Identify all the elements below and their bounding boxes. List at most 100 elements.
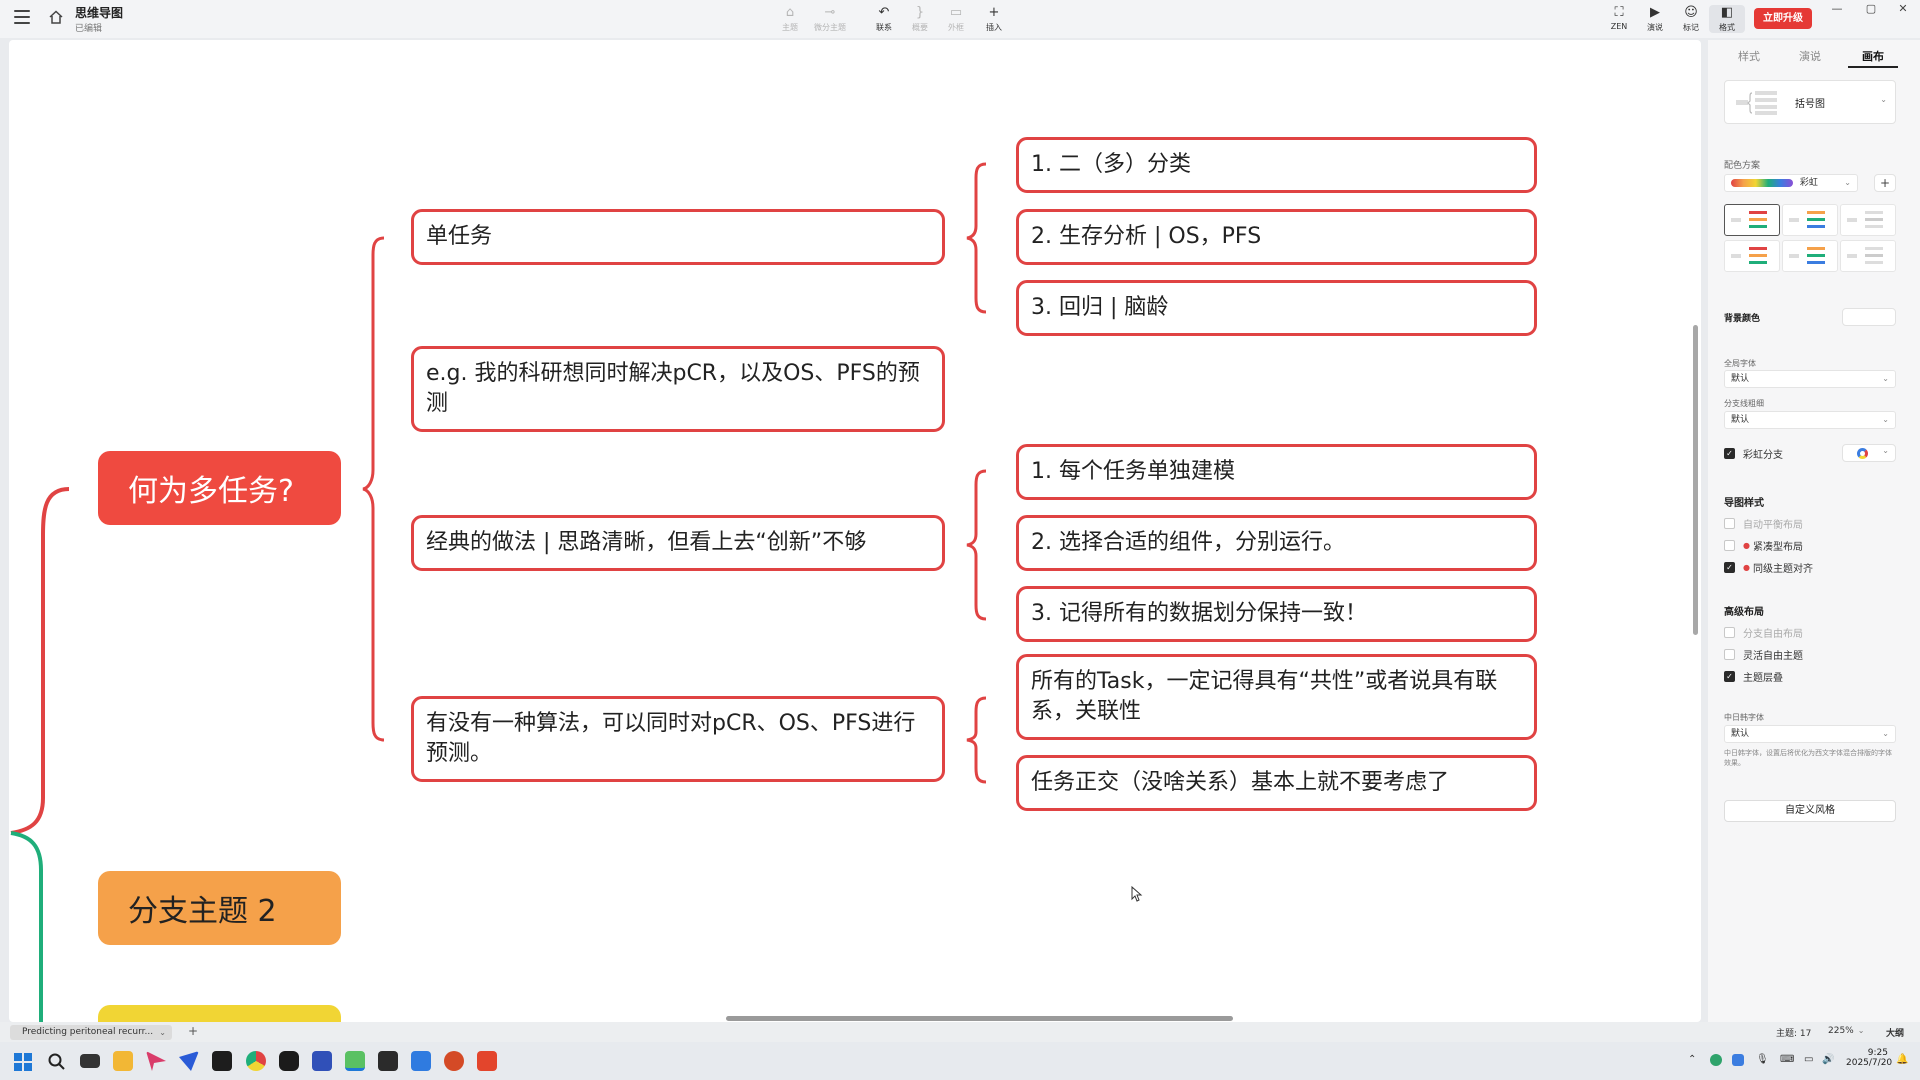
horizontal-scrollbar[interactable] <box>726 1016 1233 1021</box>
maximize-button[interactable]: ▢ <box>1861 2 1881 15</box>
chevron-down-icon: ⌄ <box>1882 374 1889 383</box>
zoom-level[interactable]: 225% ⌄ <box>1828 1026 1864 1036</box>
option-checkbox[interactable]: ● 紧凑型布局 <box>1724 538 1803 553</box>
title-bar: 思维导图 已编辑 ⌂ 主题 ⊸ 微分主题 ↶ 联系} 概要 ▭ 外框 + 插入 ⛶ ZEN ▶ 演说 ☺ 标记… <box>0 0 1920 38</box>
checkbox-checked-icon: ✓ <box>1724 447 1735 459</box>
background-color-swatch[interactable] <box>1842 308 1896 326</box>
toolbar-marker-button[interactable]: ☺ 标记 <box>1673 5 1709 33</box>
main-topic-3[interactable] <box>98 1005 341 1022</box>
color-scheme-select[interactable]: 彩虹 ⌄ <box>1724 174 1858 192</box>
xmind-icon[interactable] <box>477 1051 497 1071</box>
zoom-value: 225% <box>1828 1026 1854 1036</box>
task-view-icon[interactable] <box>80 1054 100 1068</box>
mindmap-canvas[interactable]: 何为多任务? 分支主题 2 单任务 e.g. 我的科研想同时解决pCR，以及OS… <box>9 40 1701 1022</box>
vertical-scrollbar[interactable] <box>1693 325 1698 635</box>
leaf-regression[interactable]: 3. 回归 | 脑龄 <box>1016 280 1537 336</box>
option-checkbox[interactable]: 自动平衡布局 <box>1724 516 1803 531</box>
bracket-group3 <box>966 696 987 784</box>
bracket-group1 <box>966 162 987 314</box>
toolbar-relation-button[interactable]: ↶ 联系 <box>866 5 902 33</box>
leaf-separate-models[interactable]: 1. 每个任务单独建模 <box>1016 444 1537 500</box>
structure-selector[interactable]: 括号图 ⌄ <box>1724 80 1896 124</box>
theme-thumbnail[interactable] <box>1724 240 1780 272</box>
toolbar-topic-button[interactable]: ⌂ 主题 <box>772 5 808 33</box>
toolbar-subtopic-button[interactable]: ⊸ 微分主题 <box>812 5 848 33</box>
option-checkbox[interactable]: 灵活自由主题 <box>1724 647 1803 662</box>
toolbar-label: 插入 <box>986 23 1002 32</box>
subtopic-single-task[interactable]: 单任务 <box>411 209 945 265</box>
leaf-task-commonality[interactable]: 所有的Task，一定记得具有“共性”或者说具有联系，关联性 <box>1016 654 1537 740</box>
search-icon[interactable] <box>48 1053 66 1071</box>
file-explorer-icon[interactable] <box>113 1051 133 1071</box>
rainbow-branch-checkbox[interactable]: ✓ 彩虹分支 <box>1724 446 1783 461</box>
chrome-icon[interactable] <box>246 1051 266 1071</box>
toolbar-insert-button[interactable]: + 插入 <box>976 5 1012 33</box>
mail-icon[interactable] <box>411 1051 431 1071</box>
app-pointer-icon[interactable] <box>146 1051 166 1071</box>
tray-expand-icon[interactable]: ⌃ <box>1688 1054 1696 1065</box>
rainbow-color-picker[interactable]: ⌄ <box>1842 444 1896 462</box>
terminal-app-icon[interactable] <box>279 1051 299 1071</box>
menu-icon[interactable] <box>14 10 30 24</box>
toolbar-format-panel-button[interactable]: ◧ 格式 <box>1709 5 1745 33</box>
theme-thumbnail[interactable] <box>1782 240 1838 272</box>
main-topic-2[interactable]: 分支主题 2 <box>98 871 341 945</box>
volume-icon[interactable]: 🔊 <box>1822 1054 1834 1065</box>
color-scheme-value: 彩虹 <box>1799 178 1818 188</box>
wechat-icon[interactable] <box>345 1051 365 1071</box>
leaf-choose-components[interactable]: 2. 选择合适的组件，分别运行。 <box>1016 515 1537 571</box>
microphone-icon[interactable]: 🎙 <box>1756 1054 1769 1065</box>
option-label: 主题层叠 <box>1743 672 1783 684</box>
cjk-font-select[interactable]: 默认 ⌄ <box>1724 725 1896 743</box>
theme-thumbnail[interactable] <box>1840 240 1896 272</box>
home-icon[interactable] <box>48 9 64 25</box>
leaf-orthogonal-tasks[interactable]: 任务正交（没啥关系）基本上就不要考虑了 <box>1016 755 1537 811</box>
theme-thumbnail[interactable] <box>1782 204 1838 236</box>
chevron-down-icon: ⌄ <box>1857 1026 1865 1035</box>
add-sheet-button[interactable]: + <box>188 1024 198 1038</box>
subtopic-classic-approach[interactable]: 经典的做法 | 思路清晰，但看上去“创新”不够 <box>411 515 945 571</box>
branch-width-select[interactable]: 默认 ⌄ <box>1724 411 1896 429</box>
tab-style[interactable]: 样式 <box>1724 48 1774 64</box>
theme-thumbnail[interactable] <box>1724 204 1780 236</box>
minimize-button[interactable]: — <box>1827 2 1847 15</box>
close-button[interactable]: ✕ <box>1893 2 1913 15</box>
sheet-tab-label: Predicting peritoneal recurr... <box>22 1027 154 1037</box>
outline-button[interactable]: 大纲 <box>1886 1026 1904 1039</box>
add-color-scheme-button[interactable]: + <box>1874 174 1896 192</box>
option-checkbox[interactable]: ✓ 主题层叠 <box>1724 669 1783 684</box>
windows-start-icon[interactable] <box>14 1053 32 1071</box>
tab-canvas[interactable]: 画布 <box>1848 48 1898 64</box>
option-checkbox[interactable]: 分支自由布局 <box>1724 625 1803 640</box>
feishu-icon[interactable] <box>179 1051 199 1071</box>
global-font-select[interactable]: 默认 ⌄ <box>1724 370 1896 388</box>
toolbar-present-button[interactable]: ▶ 演说 <box>1637 5 1673 33</box>
toolbar-zen-button[interactable]: ⛶ ZEN <box>1601 5 1637 31</box>
pycharm-icon[interactable] <box>212 1051 232 1071</box>
summary-icon: } <box>915 5 925 20</box>
option-checkbox[interactable]: ✓ ● 同级主题对齐 <box>1724 560 1813 575</box>
global-font-label: 全局字体 <box>1724 359 1756 368</box>
network-icon[interactable]: ▭ <box>1804 1054 1813 1065</box>
theme-thumbnail[interactable] <box>1840 204 1896 236</box>
toolbar-summary-button[interactable]: } 概要 <box>902 5 938 33</box>
sheet-tab[interactable]: Predicting peritoneal recurr... ⌄ <box>10 1025 172 1040</box>
subtopic-joint-algorithm[interactable]: 有没有一种算法，可以同时对pCR、OS、PFS进行预测。 <box>411 696 945 782</box>
word-icon[interactable] <box>312 1051 332 1071</box>
subtopic-example[interactable]: e.g. 我的科研想同时解决pCR，以及OS、PFS的预测 <box>411 346 945 432</box>
main-topic-1[interactable]: 何为多任务? <box>98 451 341 525</box>
input-method-icon[interactable]: ⌨ <box>1780 1054 1794 1065</box>
upgrade-button[interactable]: 立即升级 <box>1754 8 1812 29</box>
command-prompt-icon[interactable] <box>378 1051 398 1071</box>
notification-icon[interactable]: 🔔 <box>1896 1054 1908 1065</box>
tab-presentation[interactable]: 演说 <box>1785 48 1835 64</box>
custom-style-button[interactable]: 自定义风格 <box>1724 800 1896 822</box>
tray-app-icon[interactable] <box>1710 1054 1722 1066</box>
toolbar-boundary-button[interactable]: ▭ 外框 <box>938 5 974 33</box>
clock[interactable]: 9:25 2025/7/20 <box>1846 1048 1892 1068</box>
tray-app2-icon[interactable] <box>1732 1054 1744 1066</box>
leaf-consistent-split[interactable]: 3. 记得所有的数据划分保持一致！ <box>1016 586 1537 642</box>
leaf-survival-analysis[interactable]: 2. 生存分析 | OS，PFS <box>1016 209 1537 265</box>
powerpoint-icon[interactable] <box>444 1051 464 1071</box>
leaf-classification[interactable]: 1. 二（多）分类 <box>1016 137 1537 193</box>
